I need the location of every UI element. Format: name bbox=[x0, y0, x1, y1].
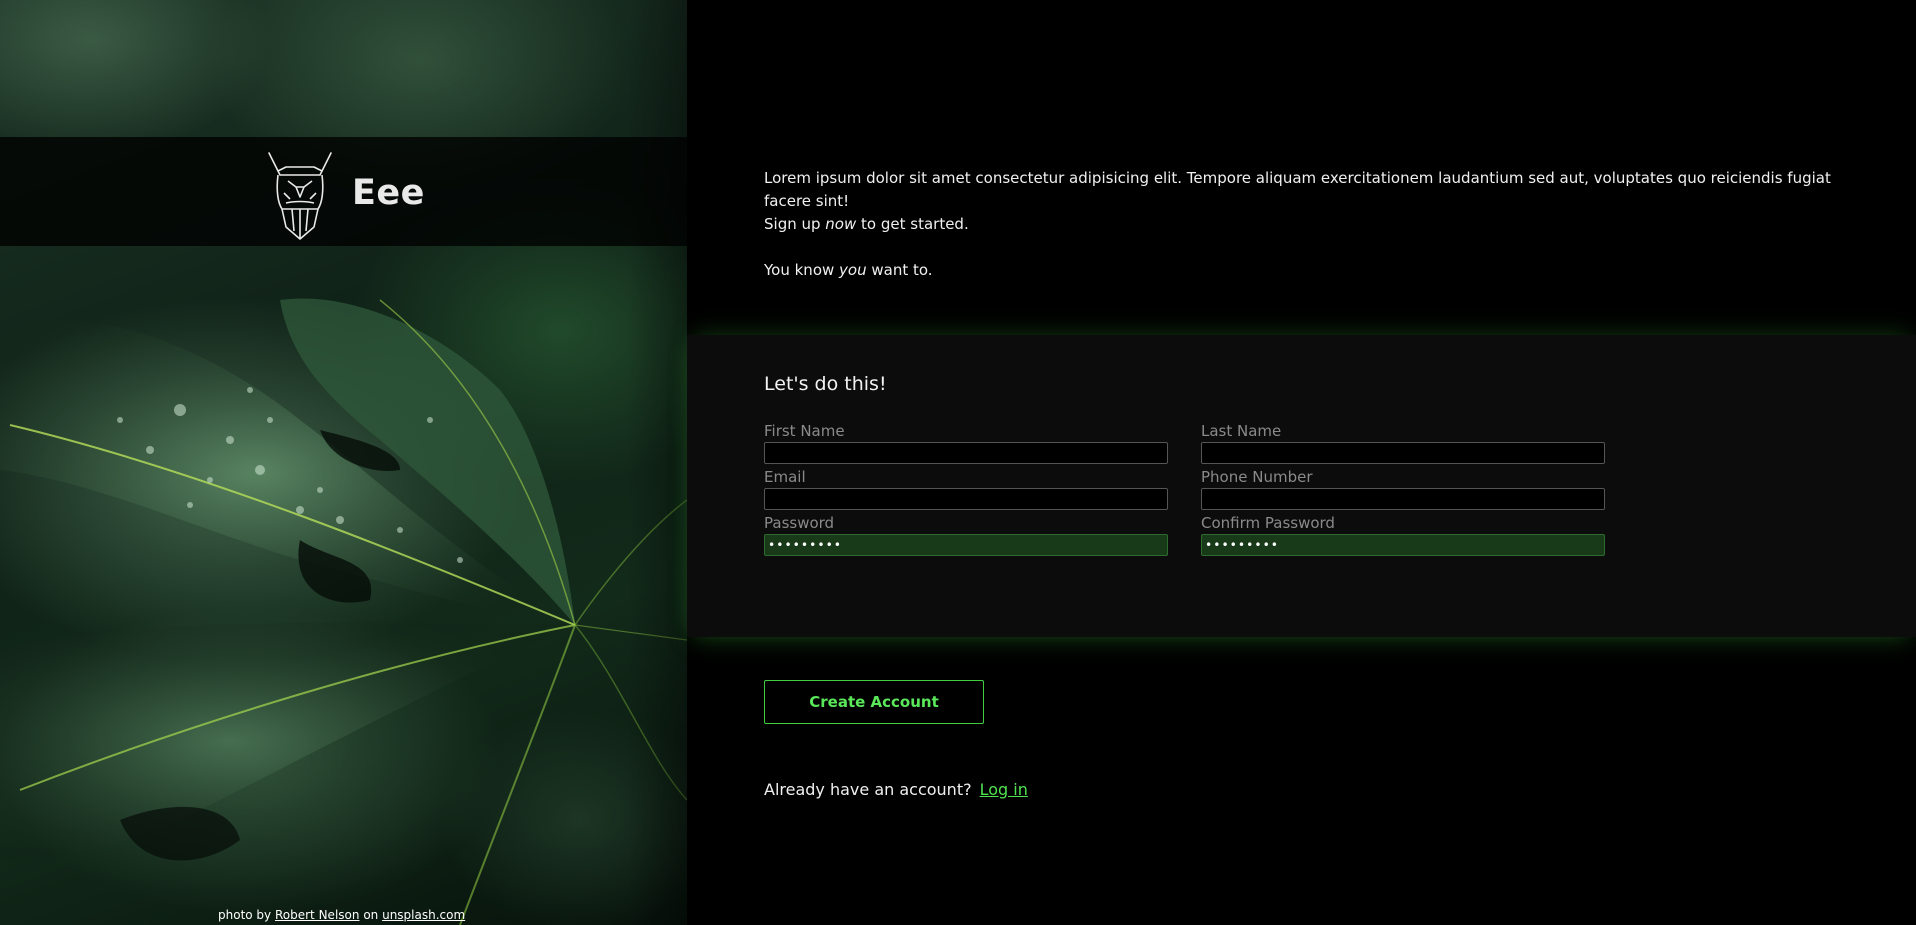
intro-paragraph: Lorem ipsum dolor sit amet consectetur a… bbox=[764, 169, 1831, 210]
form-title: Let's do this! bbox=[764, 373, 887, 395]
intro-text: Lorem ipsum dolor sit amet consectetur a… bbox=[764, 167, 1874, 282]
last-name-group: Last Name bbox=[1201, 422, 1605, 464]
signup-form: Let's do this! First Name Last Name Emai… bbox=[687, 335, 1916, 637]
login-prompt: Already have an account? bbox=[764, 780, 972, 799]
last-name-label: Last Name bbox=[1201, 422, 1282, 440]
password-group: Password bbox=[764, 514, 1168, 556]
email-label: Email bbox=[764, 468, 806, 486]
email-group: Email bbox=[764, 468, 1168, 510]
phone-label: Phone Number bbox=[1201, 468, 1313, 486]
background-photo: Eee photo by Robert Nelson on unsplash.c… bbox=[0, 0, 687, 925]
you-know-line: You know you want to. bbox=[764, 259, 1874, 282]
know-suffix: want to. bbox=[871, 261, 933, 279]
viking-helmet-icon bbox=[268, 152, 332, 240]
brand-banner: Eee bbox=[0, 137, 687, 246]
signup-emphasis: now bbox=[825, 215, 857, 233]
photo-credit: photo by Robert Nelson on unsplash.com bbox=[218, 908, 465, 922]
know-emphasis: you bbox=[839, 261, 867, 279]
password-input[interactable] bbox=[764, 534, 1168, 556]
login-prompt-line: Already have an account? Log in bbox=[764, 780, 1028, 799]
photo-author-link[interactable]: Robert Nelson bbox=[275, 908, 360, 922]
email-input[interactable] bbox=[764, 488, 1168, 510]
last-name-input[interactable] bbox=[1201, 442, 1605, 464]
brand-name: Eee bbox=[352, 173, 425, 213]
password-label: Password bbox=[764, 514, 835, 532]
phone-input[interactable] bbox=[1201, 488, 1605, 510]
first-name-group: First Name bbox=[764, 422, 1168, 464]
signup-page: Eee photo by Robert Nelson on unsplash.c… bbox=[0, 0, 1916, 925]
confirm-password-label: Confirm Password bbox=[1201, 514, 1335, 532]
login-link[interactable]: Log in bbox=[980, 780, 1028, 799]
know-prefix: You know bbox=[764, 261, 835, 279]
confirm-password-input[interactable] bbox=[1201, 534, 1605, 556]
photo-credit-middle: on bbox=[363, 908, 379, 922]
create-account-button[interactable]: Create Account bbox=[764, 680, 984, 724]
signup-suffix: to get started. bbox=[861, 215, 969, 233]
photo-credit-prefix: photo by bbox=[218, 908, 272, 922]
confirm-password-group: Confirm Password bbox=[1201, 514, 1605, 556]
phone-group: Phone Number bbox=[1201, 468, 1605, 510]
first-name-label: First Name bbox=[764, 422, 845, 440]
unsplash-link[interactable]: unsplash.com bbox=[382, 908, 465, 922]
signup-line: Sign up now to get started. bbox=[764, 213, 1874, 236]
signup-prefix: Sign up bbox=[764, 215, 821, 233]
first-name-input[interactable] bbox=[764, 442, 1168, 464]
